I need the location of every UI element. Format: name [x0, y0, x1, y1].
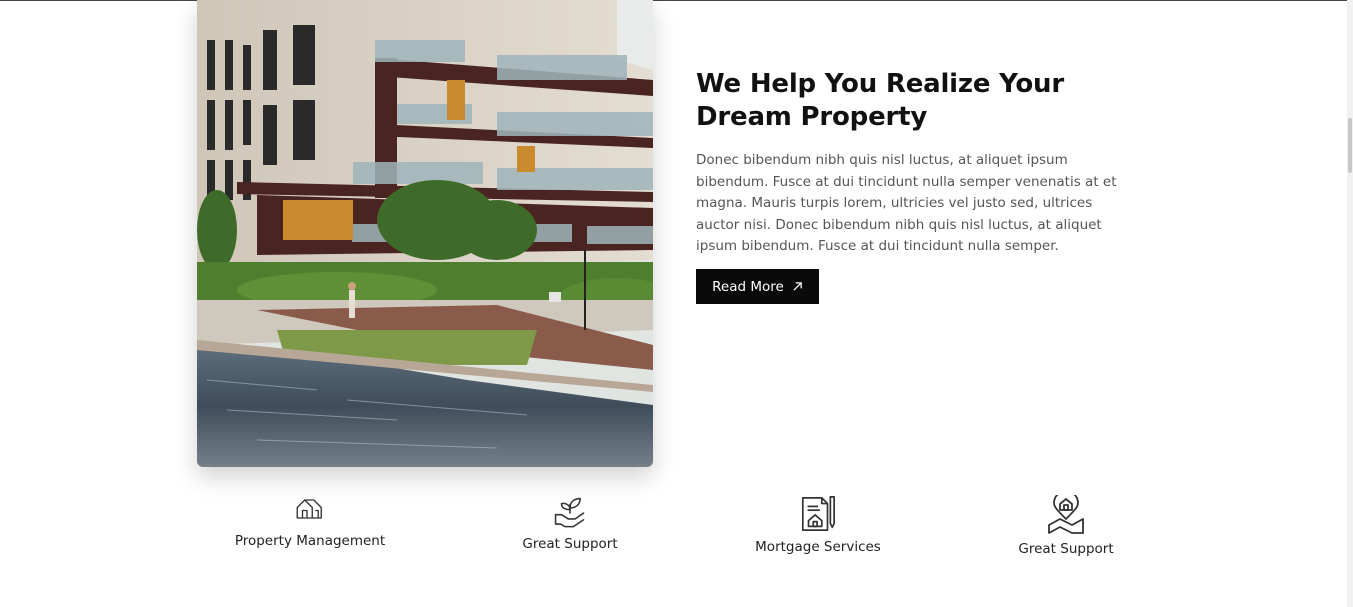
house-location-pin-icon — [1048, 495, 1084, 534]
feature-mortgage-services[interactable]: Mortgage Services — [718, 495, 918, 555]
read-more-label: Read More — [712, 278, 784, 295]
feature-property-management[interactable]: Property Management — [210, 497, 410, 549]
read-more-button[interactable]: Read More — [696, 269, 819, 304]
scrollbar-thumb[interactable] — [1348, 118, 1352, 173]
section-description: Donec bibendum nibh quis nisl luctus, at… — [696, 152, 1117, 255]
feature-great-support[interactable]: Great Support — [470, 496, 670, 552]
scrollbar[interactable] — [1347, 0, 1353, 607]
feature-great-support-2[interactable]: Great Support — [966, 495, 1166, 557]
feature-label: Mortgage Services — [755, 539, 881, 555]
house-outline-icon — [296, 499, 322, 519]
about-section: We Help You Realize Your Dream Property … — [696, 68, 1136, 258]
feature-label: Great Support — [522, 536, 618, 552]
page: We Help You Realize Your Dream Property … — [0, 0, 1353, 607]
document-pen-icon — [801, 496, 836, 532]
feature-label: Great Support — [1018, 541, 1114, 557]
hand-plant-icon — [554, 497, 585, 528]
building-photo — [197, 0, 653, 467]
feature-label: Property Management — [234, 533, 386, 549]
section-heading: We Help You Realize Your Dream Property — [696, 69, 1064, 132]
arrow-up-right-icon — [793, 282, 802, 291]
